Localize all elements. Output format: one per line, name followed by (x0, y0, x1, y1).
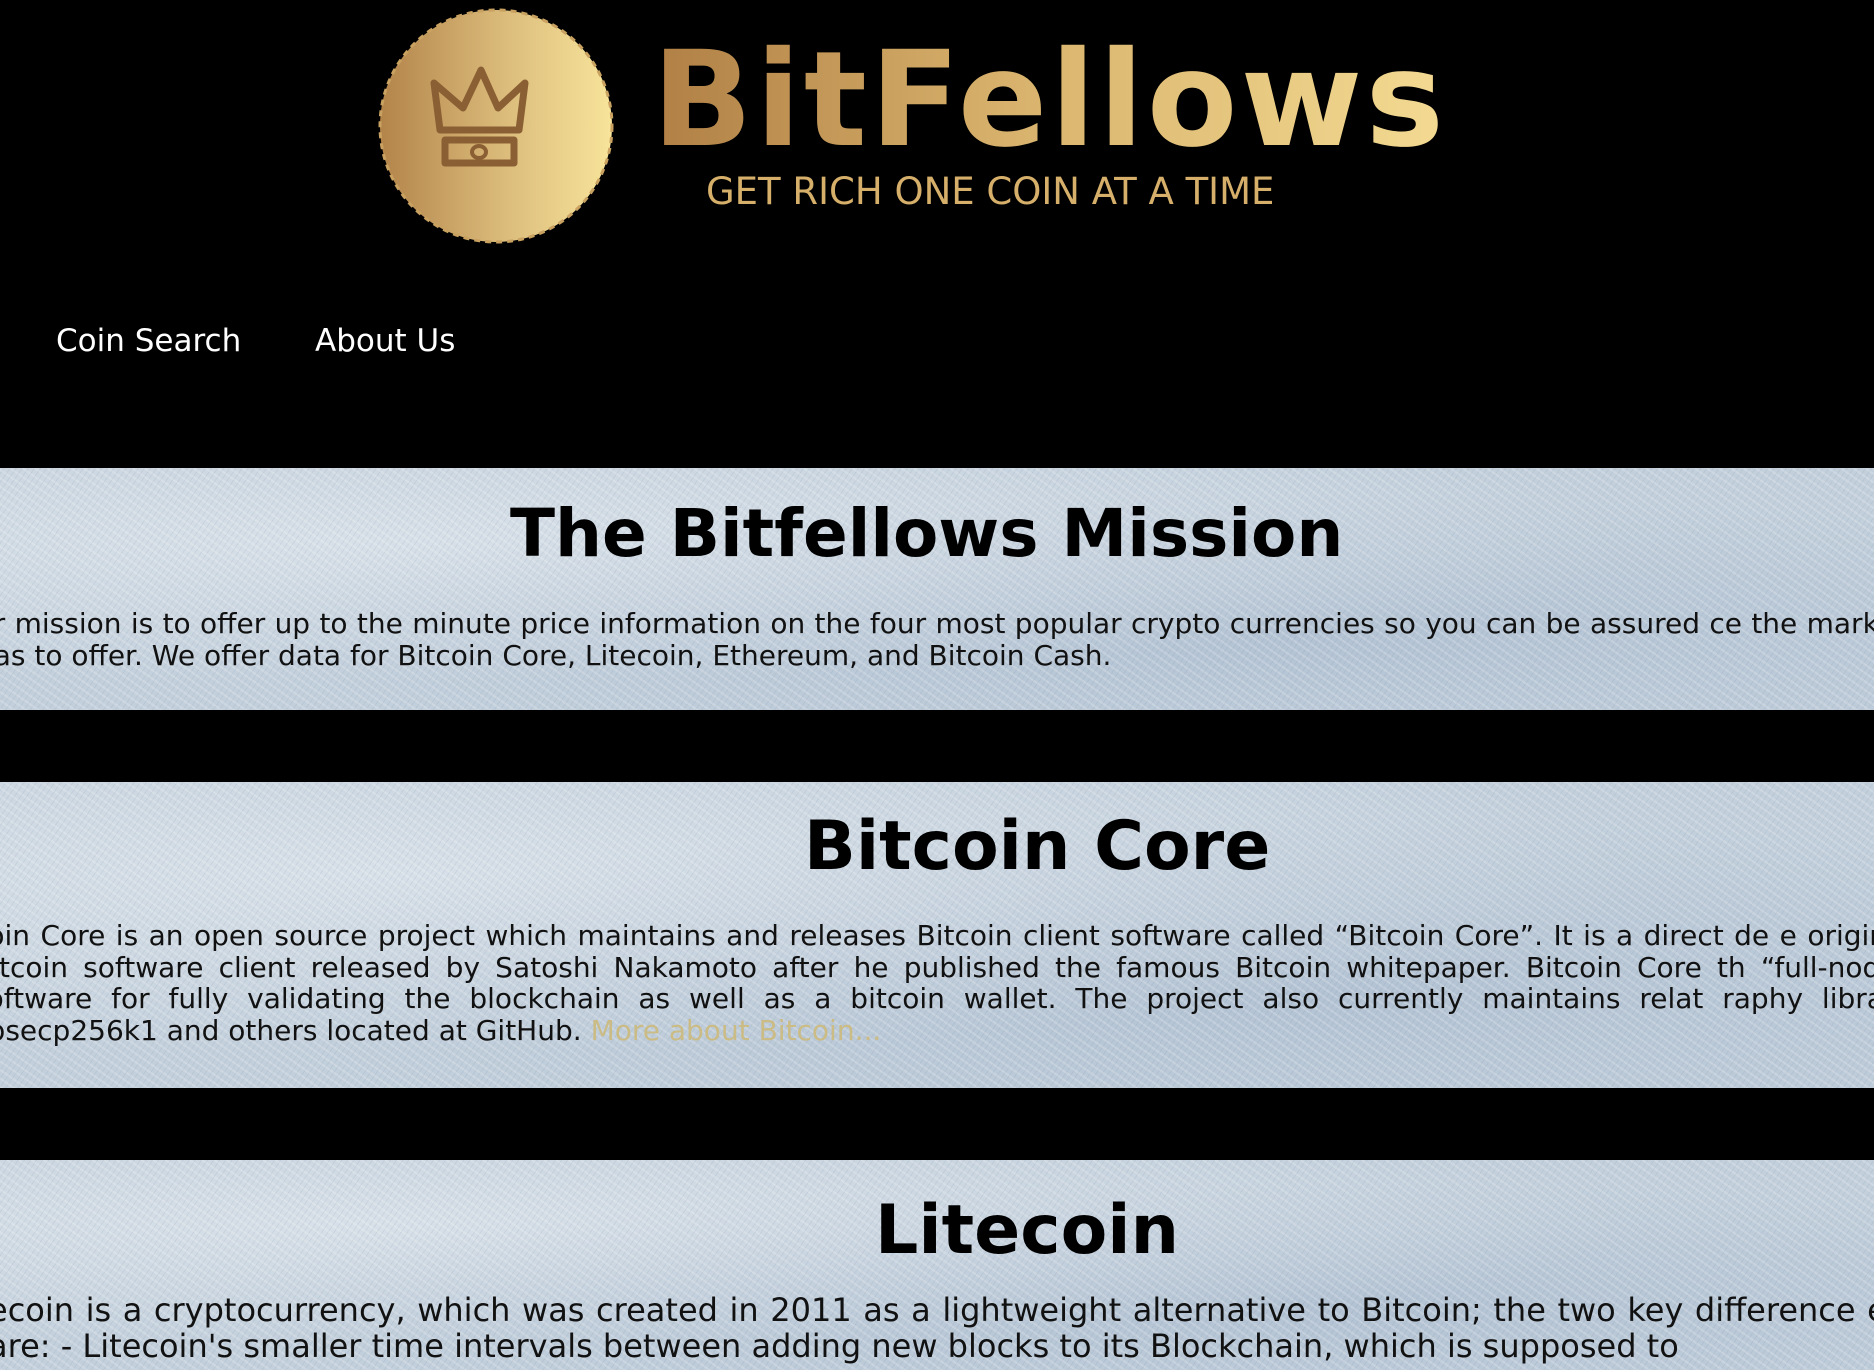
crown-seal-icon (378, 8, 614, 244)
brand-tagline: GET RICH ONE COIN AT A TIME (706, 170, 1275, 213)
bitcoin-core-body: coin Core is an open source project whic… (0, 920, 1874, 1046)
more-about-bitcoin-link[interactable]: More about Bitcoin... (591, 1014, 882, 1047)
nav-link-coin-search[interactable]: Coin Search (56, 316, 241, 366)
litecoin-title: Litecoin (875, 1191, 1180, 1270)
bitcoin-core-text: coin Core is an open source project whic… (0, 919, 1874, 1047)
mission-section: The Bitfellows Mission ur mission is to … (0, 468, 1874, 710)
mission-title: The Bitfellows Mission (510, 495, 1344, 572)
litecoin-body: ecoin is a cryptocurrency, which was cre… (0, 1291, 1874, 1365)
mission-body: ur mission is to offer up to the minute … (0, 607, 1874, 672)
bitcoin-core-title: Bitcoin Core (804, 807, 1271, 886)
litecoin-section: Litecoin ecoin is a cryptocurrency, whic… (0, 1160, 1874, 1370)
site-logo[interactable]: BitFellows GET RICH ONE COIN AT A TIME (376, 8, 1444, 244)
brand-wordmark: BitFellows (652, 23, 1447, 177)
bitcoin-core-section: Bitcoin Core coin Core is an open source… (0, 782, 1874, 1088)
site-header: BitFellows GET RICH ONE COIN AT A TIME C… (0, 0, 1874, 468)
nav-link-about-us[interactable]: About Us (315, 316, 455, 366)
